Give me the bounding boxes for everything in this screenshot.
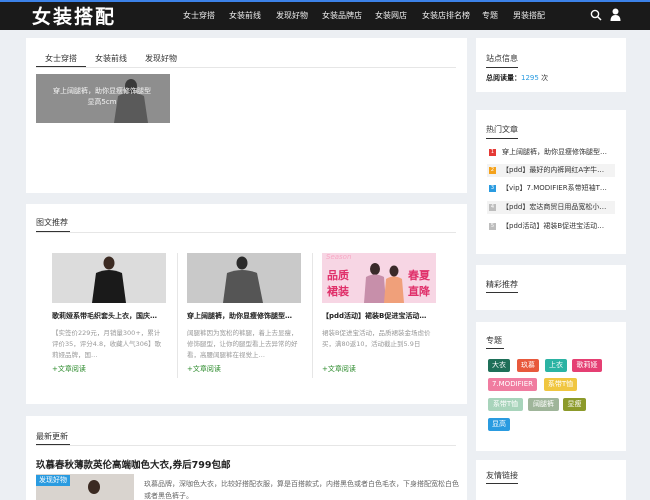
total-reads: 总阅读量：1295 次: [486, 73, 548, 83]
widget-title-underline: [486, 67, 518, 68]
nav-item-brand-store[interactable]: 女装品牌店: [322, 10, 362, 21]
widget-title-underline: [486, 348, 504, 349]
hot-article-title: 【vip】7.MODIFIER系带短袖T…: [502, 184, 607, 192]
hot-article-title: 【pdd活动】裙装B促进宝活动…: [502, 222, 605, 230]
section-title-featured: 图文推荐: [36, 218, 68, 227]
widget-title-underline: [486, 292, 518, 293]
article-thumbnail[interactable]: 穿上阔腿裤，助你显瘦修饰腿型显高5cm: [36, 74, 170, 123]
hot-article-title: 【pdd】宏达商贸日用品宽松小…: [502, 203, 607, 211]
tab-womens-outfits[interactable]: 女士穿搭: [45, 53, 77, 64]
tab-womens-frontline[interactable]: 女装前线: [95, 53, 127, 64]
nav-item-womens-outfits[interactable]: 女士穿搭: [183, 10, 215, 21]
thumbnail-caption: 穿上阔腿裤，助你显瘦修饰腿型显高5cm: [53, 87, 151, 106]
latest-article-desc: 玖慕品牌，深咖色大衣，比较好搭配衣服，算是百搭款式，内搭黑色或者白色毛衣，下身搭…: [144, 480, 459, 500]
latest-article-title[interactable]: 玖慕春秋薄款英伦高端咖色大衣,券后799包邮: [36, 457, 230, 471]
divider: [36, 445, 456, 446]
nav-item-topics[interactable]: 专题: [482, 10, 498, 21]
read-more-link[interactable]: +文章阅读: [187, 364, 221, 374]
read-more-link[interactable]: +文章阅读: [322, 364, 356, 374]
banner-text-2: 裙装: [327, 285, 349, 298]
topic-tag[interactable]: 上衣: [545, 359, 567, 372]
nav-item-store-ranking[interactable]: 女装店排名榜: [422, 10, 470, 21]
banner-text-1: 品质: [327, 269, 349, 282]
nav-item-online-store[interactable]: 女装网店: [375, 10, 407, 21]
search-icon[interactable]: [590, 9, 602, 23]
column-divider: [177, 253, 178, 378]
nav-item-womens-frontline[interactable]: 女装前线: [229, 10, 261, 21]
rank-badge: 4: [489, 204, 496, 211]
topic-tag[interactable]: 系带T恤: [488, 398, 523, 411]
banner-text-4: 直降: [408, 285, 430, 298]
banner-script: Season: [326, 253, 352, 261]
tab-discover-goods[interactable]: 发现好物: [145, 53, 177, 64]
total-reads-value: 1295: [521, 74, 539, 82]
rank-badge: 3: [489, 185, 496, 192]
topic-tag[interactable]: 显瘦: [563, 398, 586, 411]
widget-title-links: 友情链接: [486, 471, 518, 480]
section-title-latest: 最新更新: [36, 432, 68, 441]
total-reads-label: 总阅读量：: [486, 74, 521, 82]
divider: [36, 67, 456, 68]
featured-item-desc: 【实签价229元，月销量300+，累计评价35，评分4.8，收藏人气306】歌莉…: [52, 329, 162, 359]
hot-article-title: 穿上阔腿裤，助你显瘦修饰腿型…: [502, 148, 607, 156]
hot-article-item[interactable]: 5 【pdd活动】裙装B促进宝活动…: [487, 220, 615, 233]
featured-item-title[interactable]: 歌莉娅系带毛织套头上衣，国庆…: [52, 311, 168, 321]
widget-title-underline: [486, 138, 518, 139]
site-logo[interactable]: 女装搭配: [32, 2, 116, 29]
topic-tag[interactable]: 大衣: [488, 359, 510, 372]
widget-title-site-info: 站点信息: [486, 54, 518, 63]
rank-badge: 5: [489, 223, 496, 230]
featured-card: [26, 204, 467, 404]
widget-title-hot: 热门文章: [486, 125, 518, 134]
hot-article-title: 【pdd】最好的内裤网红A字牛…: [502, 166, 605, 174]
hot-article-item[interactable]: 4 【pdd】宏达商贸日用品宽松小…: [487, 201, 615, 214]
banner-text-3: 春夏: [408, 269, 430, 282]
featured-item-desc: 裙装B促进宝活动，品质裙装金场虑价买，满80返10，活动截止到5.9日: [322, 329, 431, 348]
rank-badge: 1: [489, 149, 496, 156]
featured-image-2[interactable]: [187, 253, 301, 303]
nav-item-mens-outfits[interactable]: 男装搭配: [513, 10, 545, 21]
featured-image-3[interactable]: Season 品质 裙装 春夏 直降: [322, 253, 436, 303]
divider: [36, 232, 456, 233]
topic-tag[interactable]: 玖慕: [517, 359, 539, 372]
total-reads-unit: 次: [541, 74, 549, 82]
featured-item-title[interactable]: 穿上阔腿裤，助你显瘦修饰腿型…: [187, 311, 303, 321]
topic-tag[interactable]: 7.MODIFIER: [488, 378, 537, 391]
topic-tag[interactable]: 歌莉娅: [572, 359, 602, 372]
category-badge[interactable]: 发现好物: [36, 475, 70, 486]
featured-item-desc: 阔腿裤因为宽松的裤腿，着上去显瘦，修饰腿型，让你的腿型看上去异常的好看，高腰阔腿…: [187, 329, 298, 359]
widget-title-topics: 专题: [486, 336, 502, 345]
widget-title-underline: [486, 483, 518, 484]
hot-article-item[interactable]: 3 【vip】7.MODIFIER系带短袖T…: [487, 182, 615, 195]
topic-tag[interactable]: 阔腿裤: [528, 398, 559, 411]
rank-badge: 2: [489, 167, 496, 174]
topic-tag[interactable]: 系带T恤: [544, 378, 577, 391]
topic-tag[interactable]: 显高: [488, 418, 510, 431]
nav-item-discover-goods[interactable]: 发现好物: [276, 10, 308, 21]
read-more-link[interactable]: +文章阅读: [52, 364, 86, 374]
widget-title-recommend: 精彩推荐: [486, 280, 518, 289]
column-divider: [312, 253, 313, 378]
featured-item-title[interactable]: 【pdd活动】裙装B促进宝活动…: [322, 311, 438, 321]
hot-article-item[interactable]: 1 穿上阔腿裤，助你显瘦修饰腿型…: [487, 146, 615, 159]
user-icon[interactable]: [610, 8, 621, 23]
featured-image-1[interactable]: [52, 253, 166, 303]
site-info-card: [476, 38, 626, 92]
hot-article-item[interactable]: 2 【pdd】最好的内裤网红A字牛…: [487, 164, 615, 177]
